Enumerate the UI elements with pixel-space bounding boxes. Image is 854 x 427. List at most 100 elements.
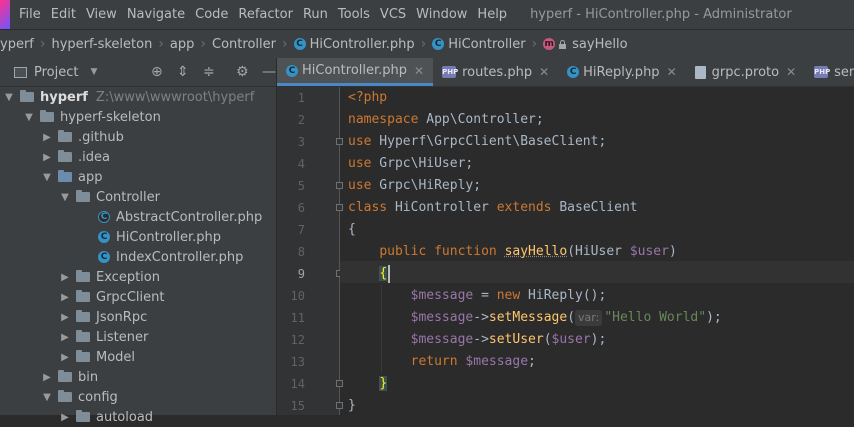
line-number: 15 [290,399,305,413]
minimize-icon[interactable]: — [262,64,276,80]
tree-item-indexcontroller[interactable]: C IndexController.php [0,247,243,267]
menu-vcs[interactable]: VCS [375,7,411,22]
tab-server[interactable]: PHP server.php [805,58,854,86]
tree-item-github[interactable]: ▶ .github [0,127,124,147]
chevron-right-icon: › [531,36,538,52]
tree-item-label: Listener [96,329,149,345]
collapsed-arrow-icon[interactable]: ▶ [40,372,54,383]
fold-marker-icon[interactable] [336,380,343,387]
tree-item-hicontroller[interactable]: C HiController.php [0,227,221,247]
tree-item-controller[interactable]: ▼ Controller [0,187,160,207]
tab-hicontroller[interactable]: C HiController.php ✕ [277,58,434,86]
tab-routes[interactable]: PHP routes.php ✕ [433,58,558,86]
code-line: } [348,398,356,413]
abstract-class-icon: C [98,211,110,223]
breadcrumb-item-controller[interactable]: Controller [212,37,276,52]
breadcrumb-item-skeleton[interactable]: hyperf-skeleton [51,37,152,52]
php-class-icon: C [293,38,306,50]
menu-code[interactable]: Code [190,7,233,22]
tree-item-idea[interactable]: ▶ .idea [0,147,110,167]
tree-item-listener[interactable]: ▶ Listener [0,327,148,347]
collapsed-arrow-icon[interactable]: ▶ [58,352,72,363]
fold-marker-icon[interactable] [336,138,343,145]
locate-file-icon[interactable]: ⊕ [151,64,163,80]
breadcrumb-item-file[interactable]: C HiController.php [293,37,415,52]
close-icon[interactable]: ✕ [667,65,677,79]
collapsed-arrow-icon[interactable]: ▶ [58,412,72,423]
method-icon: m [543,38,556,50]
php-class-icon: C [98,231,110,243]
menu-help[interactable]: Help [472,7,512,22]
tree-item-autoload[interactable]: ▶ autoload [0,407,153,427]
menu-window[interactable]: Window [411,7,472,22]
tree-item-bin[interactable]: ▶ bin [0,367,98,387]
app-logo-icon [0,0,10,29]
fold-marker-icon[interactable] [336,204,343,211]
tab-label: grpc.proto [711,64,780,80]
collapse-all-icon[interactable]: ≑ [203,64,215,80]
chevron-right-icon: › [158,36,164,52]
tree-item-hyperf-skeleton[interactable]: ▼ hyperf-skeleton [0,107,161,127]
menu-run[interactable]: Run [298,7,333,22]
breadcrumb-item-project[interactable]: yperf [0,37,34,52]
line-number: 6 [297,201,305,215]
tree-item-model[interactable]: ▶ Model [0,347,135,367]
project-view-selector[interactable]: Project [34,65,78,80]
close-icon[interactable]: ✕ [539,65,549,79]
breadcrumb-item-app[interactable]: app [170,37,194,52]
chevron-right-icon: › [420,36,427,52]
expanded-arrow-icon[interactable]: ▼ [40,172,54,183]
collapsed-arrow-icon[interactable]: ▶ [58,272,72,283]
tree-item-label: IndexController.php [116,249,244,265]
collapsed-arrow-icon[interactable]: ▶ [40,132,54,143]
menu-tools[interactable]: Tools [333,7,375,22]
proto-file-icon [694,65,706,79]
tree-item-label: config [78,389,118,405]
tree-item-root[interactable]: ▼ hyperf Z:\www\wwwroot\hyperf [0,87,254,107]
editor-tabs: C HiController.php ✕ PHP routes.php ✕ C … [277,58,854,87]
expanded-arrow-icon[interactable]: ▼ [22,112,36,123]
expanded-arrow-icon[interactable]: ▼ [2,92,16,103]
menu-view[interactable]: View [81,7,122,22]
menu-file[interactable]: File [14,7,46,22]
breadcrumb-item-class[interactable]: C HiController [432,37,526,52]
tree-item-label: HiController.php [116,229,222,245]
tab-label: routes.php [462,64,533,80]
tab-label: server.php [834,64,854,80]
fold-marker-icon[interactable] [336,402,343,409]
tab-hireply[interactable]: C HiReply.php ✕ [558,58,685,86]
tree-item-app[interactable]: ▼ app [0,167,102,187]
line-number: 11 [290,311,305,325]
breadcrumb-item-method[interactable]: m sayHello [543,37,628,52]
menu-edit[interactable]: Edit [46,7,81,22]
expand-all-icon[interactable]: ⇕ [177,64,189,80]
tree-item-grpcclient[interactable]: ▶ GrpcClient [0,287,164,307]
lock-icon [558,39,567,49]
tree-item-abstractcontroller[interactable]: C AbstractController.php [0,207,262,227]
code-editor[interactable]: 1 2 3 4 5 6 7 8 9 10 11 12 13 14 15 <?ph… [277,87,854,415]
folder-icon [58,370,72,382]
collapsed-arrow-icon[interactable]: ▶ [58,332,72,343]
gear-icon[interactable]: ⚙ [236,64,249,80]
menu-navigate[interactable]: Navigate [122,7,190,22]
fold-marker-icon[interactable] [336,182,343,189]
folder-icon [58,390,72,402]
window-title: hyperf - HiController.php - Administrato… [530,7,792,22]
close-icon[interactable]: ✕ [414,64,424,78]
close-icon[interactable]: ✕ [786,65,796,79]
collapsed-arrow-icon[interactable]: ▶ [58,292,72,303]
expanded-arrow-icon[interactable]: ▼ [58,192,72,203]
tree-item-config[interactable]: ▼ config [0,387,118,407]
code-line: public function sayHello(HiUser $user) [379,244,677,259]
code-line: return $message; [410,354,536,369]
chevron-right-icon: › [39,36,46,52]
menu-refactor[interactable]: Refactor [233,7,298,22]
tab-grpc-proto[interactable]: grpc.proto ✕ [686,58,806,86]
collapsed-arrow-icon[interactable]: ▶ [58,312,72,323]
collapsed-arrow-icon[interactable]: ▶ [40,152,54,163]
tree-item-exception[interactable]: ▶ Exception [0,267,160,287]
caret-down-icon[interactable]: ▼ [90,67,97,77]
tree-item-jsonrpc[interactable]: ▶ JsonRpc [0,307,147,327]
expanded-arrow-icon[interactable]: ▼ [40,392,54,403]
code-line: <?php [348,90,388,105]
